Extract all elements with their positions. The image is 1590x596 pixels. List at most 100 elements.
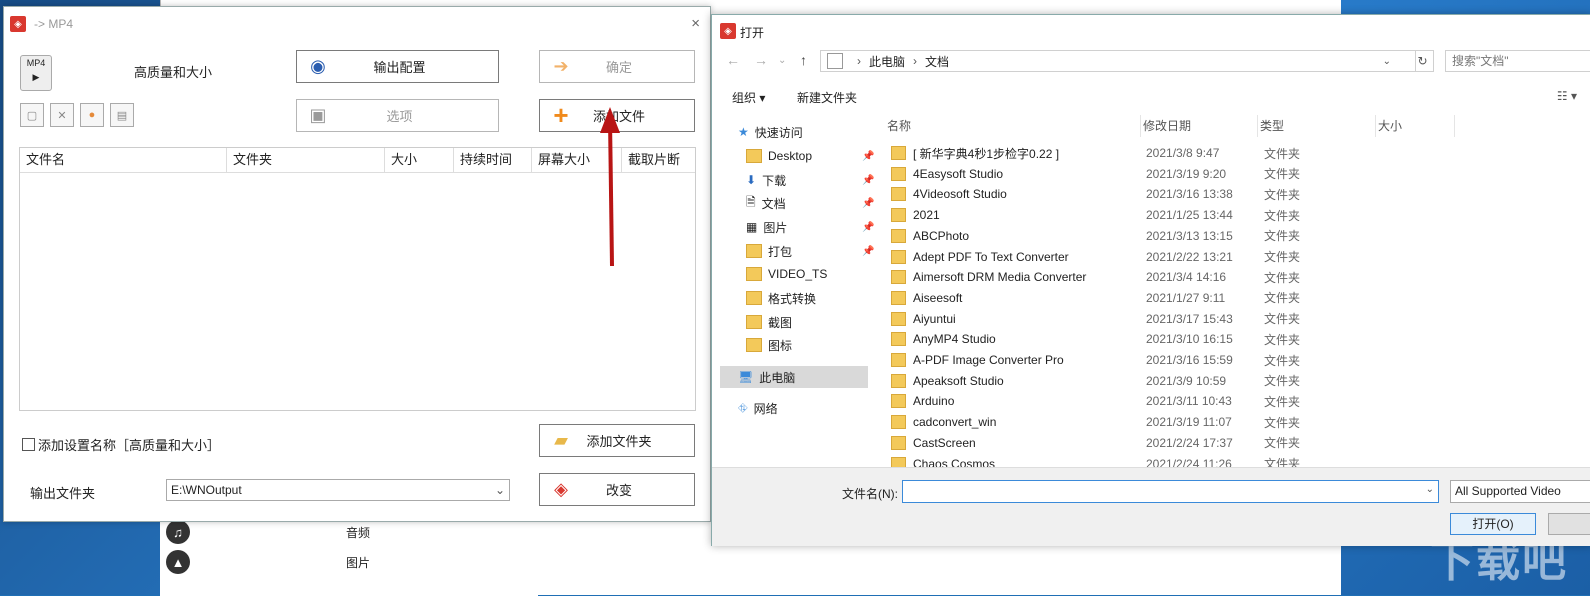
file-row[interactable]: 4Videosoft Studio 2021/3/16 13:38 文件夹 xyxy=(885,184,1485,204)
file-type: 文件夹 xyxy=(1264,353,1301,368)
open-button[interactable]: 打开(O) xyxy=(1450,513,1536,535)
pin-icon: 📌 xyxy=(862,245,875,257)
file-type: 文件夹 xyxy=(1264,250,1301,264)
download-icon: ⬇ xyxy=(746,173,757,187)
file-name: Aiseesoft xyxy=(913,290,963,305)
col-type[interactable]: 类型 xyxy=(1258,115,1376,137)
file-row[interactable]: A-PDF Image Converter Pro 2021/3/16 15:59… xyxy=(885,350,1485,370)
chevron-down-icon[interactable]: ⌄ xyxy=(1426,484,1434,495)
file-date: 2021/3/16 13:38 xyxy=(1146,187,1233,202)
file-row[interactable]: Arduino 2021/3/11 10:43 文件夹 xyxy=(885,391,1485,411)
nav-item-desktop[interactable]: Desktop 📌 xyxy=(746,145,874,167)
nav-item-downloads[interactable]: ⬇ 下载 📌 xyxy=(746,169,874,191)
file-row[interactable]: ABCPhoto 2021/3/13 13:15 文件夹 xyxy=(885,226,1485,246)
file-row[interactable]: AnyMP4 Studio 2021/3/10 16:15 文件夹 xyxy=(885,329,1485,349)
refresh-icon[interactable]: ↻ xyxy=(1412,50,1434,72)
file-row[interactable]: Apeaksoft Studio 2021/3/9 10:59 文件夹 xyxy=(885,371,1485,391)
chevron-down-icon[interactable]: ⌄ xyxy=(1383,56,1391,67)
file-name: Apeaksoft Studio xyxy=(913,373,1004,388)
picture-icon: ▦ xyxy=(746,220,758,234)
bg-item-image[interactable]: ▲ 图片 xyxy=(166,548,370,576)
file-date: 2021/3/19 11:07 xyxy=(1146,415,1232,430)
converter-window: ◈ -> MP4 × MP4 ▶ 高质量和大小 ◉ 输出配置 ➔ 确定 ▢ ✕ ●… xyxy=(3,6,711,522)
folder-icon xyxy=(746,267,762,281)
file-type: 文件夹 xyxy=(1264,291,1301,306)
nav-item-pictures[interactable]: ▦ 图片 📌 xyxy=(746,216,874,238)
file-type-filter[interactable]: All Supported Video xyxy=(1450,480,1590,503)
pin-icon: 📌 xyxy=(862,197,875,209)
file-row[interactable]: Chaos Cosmos 2021/2/24 11:26 文件夹 xyxy=(885,454,1485,468)
file-type: 文件夹 xyxy=(1264,208,1301,223)
folder-icon xyxy=(891,394,906,409)
new-folder-button[interactable]: 新建文件夹 xyxy=(797,89,857,106)
folder-icon xyxy=(891,146,906,160)
folder-icon xyxy=(891,270,906,285)
folder-icon xyxy=(891,415,906,430)
music-icon: ♫ xyxy=(166,520,190,544)
navigation-pane: ★ 快速访问 Desktop 📌 ⬇ 下载 📌 🗎 文档 📌 ▦ 图片 📌 打包 📌 VIDEO… xyxy=(712,115,874,467)
file-type: 文件夹 xyxy=(1264,146,1301,161)
breadcrumb-this-pc[interactable]: 此电脑 xyxy=(869,53,905,70)
nav-network[interactable]: ⛗ 网络 xyxy=(738,397,778,419)
breadcrumb-chevron-icon: › xyxy=(913,54,918,68)
back-icon[interactable]: ← xyxy=(726,52,740,68)
nav-this-pc[interactable]: 🖥 此电脑 xyxy=(720,366,868,388)
recent-chevron-icon[interactable]: ⌄ xyxy=(778,55,786,66)
file-date: 2021/3/11 10:43 xyxy=(1146,394,1232,409)
file-list[interactable]: [ 新华字典4秒1步检字0.22 ] 2021/3/8 9:47 文件夹 4Easys… xyxy=(885,143,1485,468)
file-date: 2021/2/22 13:21 xyxy=(1146,249,1233,264)
file-column-headers: 名称 修改日期 类型 大小 xyxy=(885,115,1485,137)
file-name: CastScreen xyxy=(913,435,976,450)
file-row[interactable]: cadconvert_win 2021/3/19 11:07 文件夹 xyxy=(885,412,1485,432)
file-row[interactable]: Aimersoft DRM Media Converter 2021/3/4 14… xyxy=(885,267,1485,287)
col-size[interactable]: 大小 xyxy=(1376,115,1455,137)
file-row[interactable]: CastScreen 2021/2/24 17:37 文件夹 xyxy=(885,433,1485,453)
nav-item-documents[interactable]: 🗎 文档 📌 xyxy=(746,192,874,214)
folder-icon xyxy=(891,373,906,388)
search-input[interactable]: 搜索"文档" xyxy=(1445,50,1590,72)
folder-icon xyxy=(746,315,762,329)
file-row[interactable]: Aiseesoft 2021/1/27 9:11 文件夹 xyxy=(885,288,1485,308)
file-name: A-PDF Image Converter Pro xyxy=(913,353,1064,367)
organize-button[interactable]: 组织 ▾ xyxy=(732,89,765,106)
folder-icon xyxy=(891,435,906,450)
nav-item-screenshots[interactable]: 截图 xyxy=(746,311,792,333)
file-row[interactable]: 4Easysoft Studio 2021/3/19 9:20 文件夹 xyxy=(885,164,1485,184)
dialog-footer: 文件名(N): ⌄ All Supported Video 打开(O) xyxy=(712,467,1590,546)
file-row[interactable]: Aiyuntui 2021/3/17 15:43 文件夹 xyxy=(885,309,1485,329)
up-icon[interactable]: ↑ xyxy=(800,52,807,68)
file-row[interactable]: Adept PDF To Text Converter 2021/2/22 13:… xyxy=(885,247,1485,267)
file-name: Aiyuntui xyxy=(913,311,956,326)
bg-item-audio[interactable]: ♫ 音频 xyxy=(166,518,370,546)
address-bar[interactable]: › 此电脑 › 文档 ⌄ xyxy=(820,50,1416,72)
breadcrumb-documents[interactable]: 文档 xyxy=(925,53,949,70)
app-logo-icon: ◈ xyxy=(720,23,736,39)
folder-icon xyxy=(891,332,906,347)
nav-item-icons[interactable]: 图标 xyxy=(746,334,792,356)
folder-icon xyxy=(746,291,762,305)
scrollbar[interactable] xyxy=(1476,145,1488,467)
network-icon: ⛗ xyxy=(738,400,748,415)
file-date: 2021/3/13 13:15 xyxy=(1146,228,1233,243)
nav-item-video-ts[interactable]: VIDEO_TS xyxy=(746,263,827,285)
file-date: 2021/3/16 15:59 xyxy=(1146,353,1233,367)
nav-item-format-convert[interactable]: 格式转换 xyxy=(746,287,816,309)
dialog-title: 打开 xyxy=(740,26,765,40)
file-name: Arduino xyxy=(913,394,955,409)
file-row[interactable]: 2021 2021/1/25 13:44 文件夹 xyxy=(885,205,1485,225)
forward-icon[interactable]: → xyxy=(754,52,768,68)
document-icon: 🗎 xyxy=(746,194,756,209)
cancel-button[interactable] xyxy=(1548,513,1590,535)
folder-icon xyxy=(746,244,762,258)
pin-icon: 📌 xyxy=(862,150,875,162)
view-options-icon[interactable]: ☷ ▾ xyxy=(1557,89,1577,103)
nav-item-pack[interactable]: 打包 📌 xyxy=(746,240,874,262)
nav-quick-access[interactable]: ★ 快速访问 xyxy=(738,121,803,143)
col-modified[interactable]: 修改日期 xyxy=(1141,115,1258,137)
col-name[interactable]: 名称 xyxy=(885,115,1141,137)
file-row[interactable]: [ 新华字典4秒1步检字0.22 ] 2021/3/8 9:47 文件夹 xyxy=(885,143,1485,163)
filename-input[interactable]: ⌄ xyxy=(902,480,1439,503)
file-type: 文件夹 xyxy=(1264,415,1301,430)
file-name: 4Videosoft Studio xyxy=(913,187,1007,202)
file-date: 2021/3/4 14:16 xyxy=(1146,270,1227,285)
